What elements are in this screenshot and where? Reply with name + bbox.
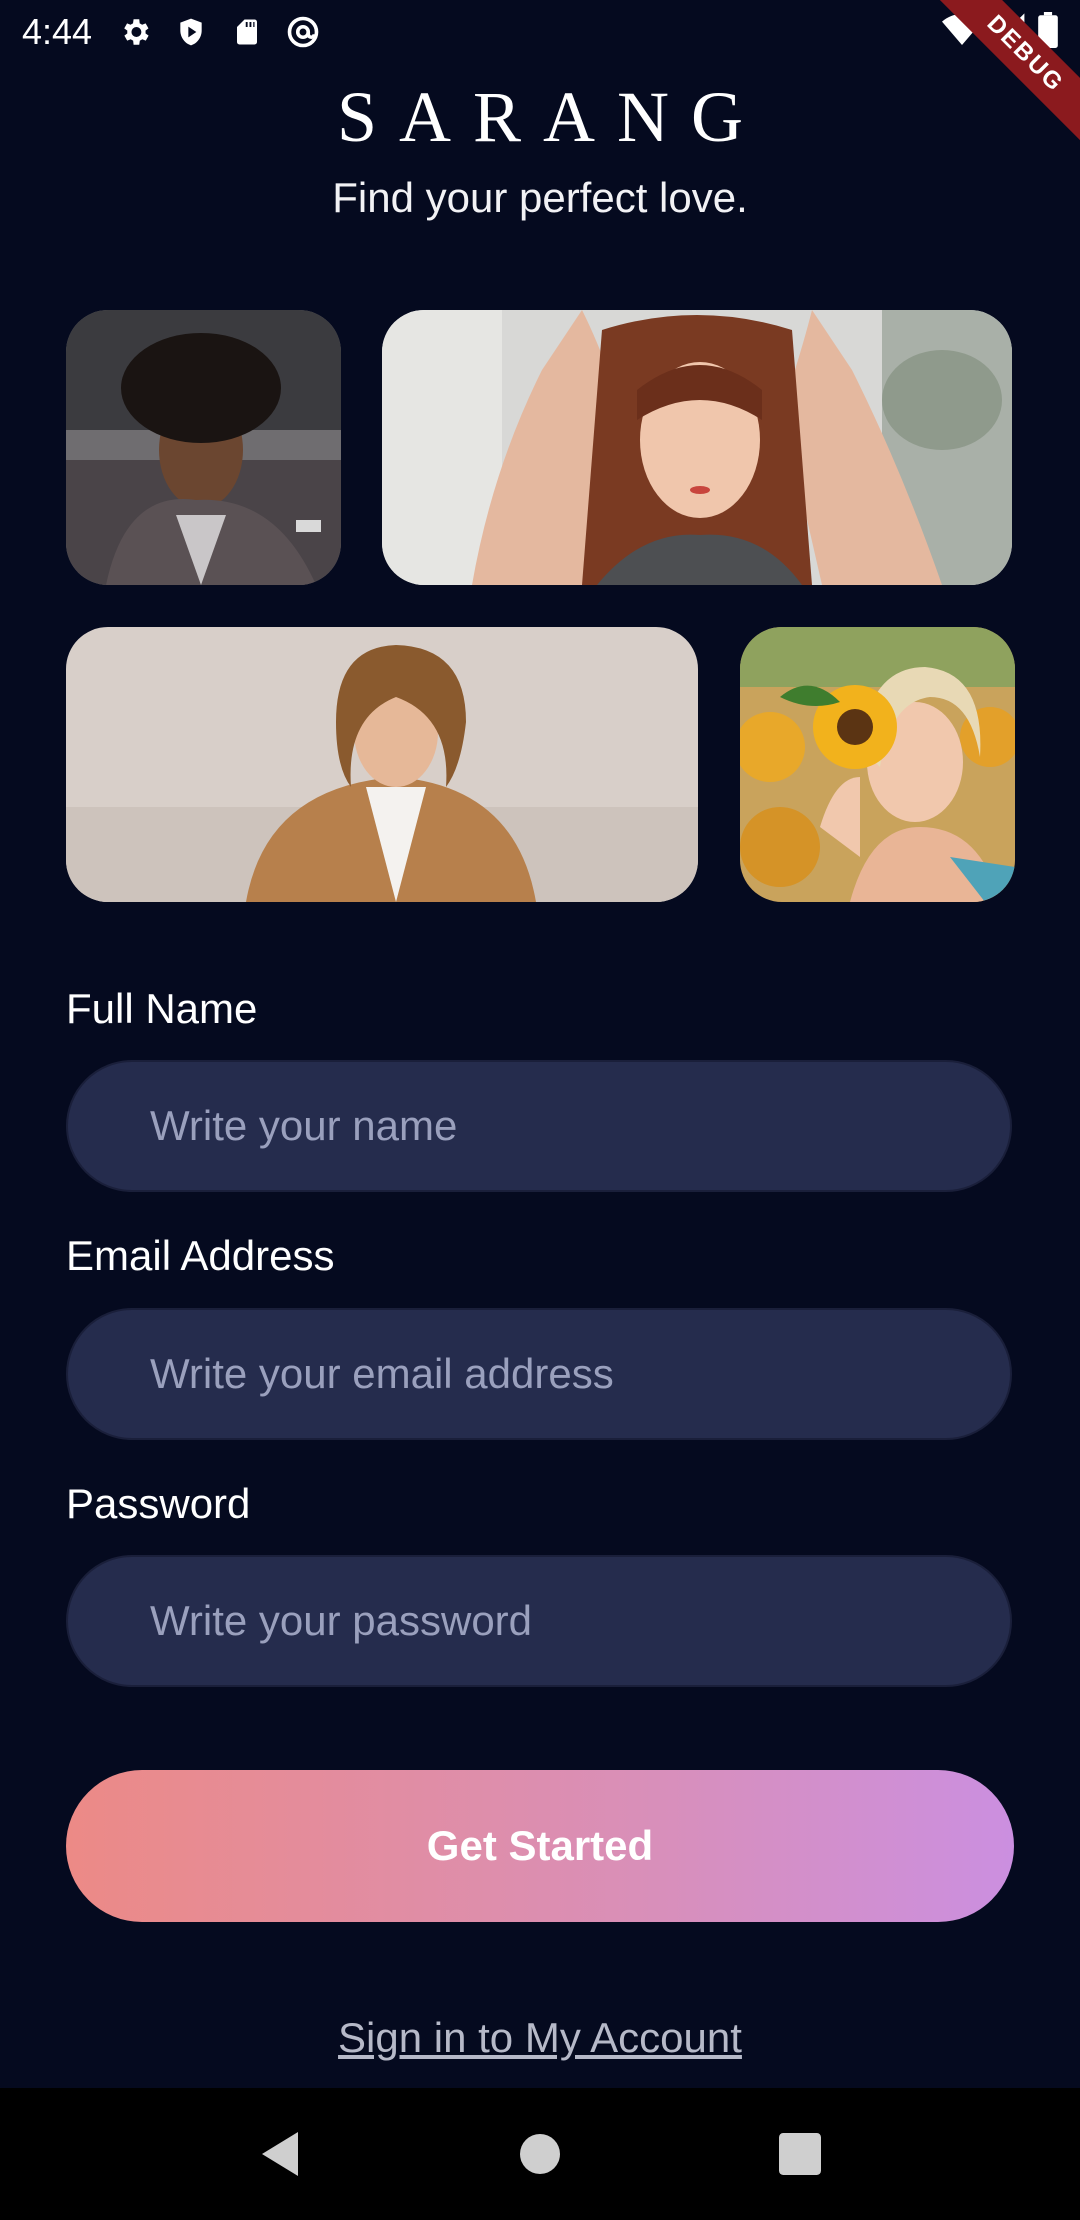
app-logo-wordmark: SARANG xyxy=(336,77,766,157)
status-time: 4:44 xyxy=(22,11,93,52)
back-icon[interactable] xyxy=(250,2124,310,2184)
system-nav-bar xyxy=(0,2088,1080,2220)
get-started-button[interactable]: Get Started xyxy=(66,1770,1014,1922)
email-label: Email Address xyxy=(66,1232,335,1279)
home-icon[interactable] xyxy=(510,2124,570,2184)
profile-photo-man-wavy-hair xyxy=(66,627,698,902)
profile-photo-woman-sunflower xyxy=(740,627,1015,902)
profile-photo-woman-hands-on-head xyxy=(382,310,1012,585)
shield-play-icon xyxy=(172,13,210,51)
full-name-input[interactable] xyxy=(66,1060,1012,1192)
tagline: Find your perfect love. xyxy=(332,174,748,221)
sign-up-screen: 4:44 DEBUG SARANG Find your perfect love… xyxy=(0,0,1080,2220)
sd-card-icon xyxy=(228,13,266,51)
password-label: Password xyxy=(66,1480,251,1527)
profile-photo-man-curly-hair xyxy=(66,310,341,585)
email-input[interactable] xyxy=(66,1308,1012,1440)
at-sign-icon xyxy=(284,13,322,51)
recents-icon[interactable] xyxy=(770,2124,830,2184)
password-input[interactable] xyxy=(66,1555,1012,1687)
sign-in-link[interactable]: Sign in to My Account xyxy=(0,2014,1080,2062)
status-bar: 4:44 xyxy=(0,0,1080,64)
status-icons-left xyxy=(116,13,322,51)
gear-icon xyxy=(116,13,154,51)
full-name-label: Full Name xyxy=(66,985,258,1032)
